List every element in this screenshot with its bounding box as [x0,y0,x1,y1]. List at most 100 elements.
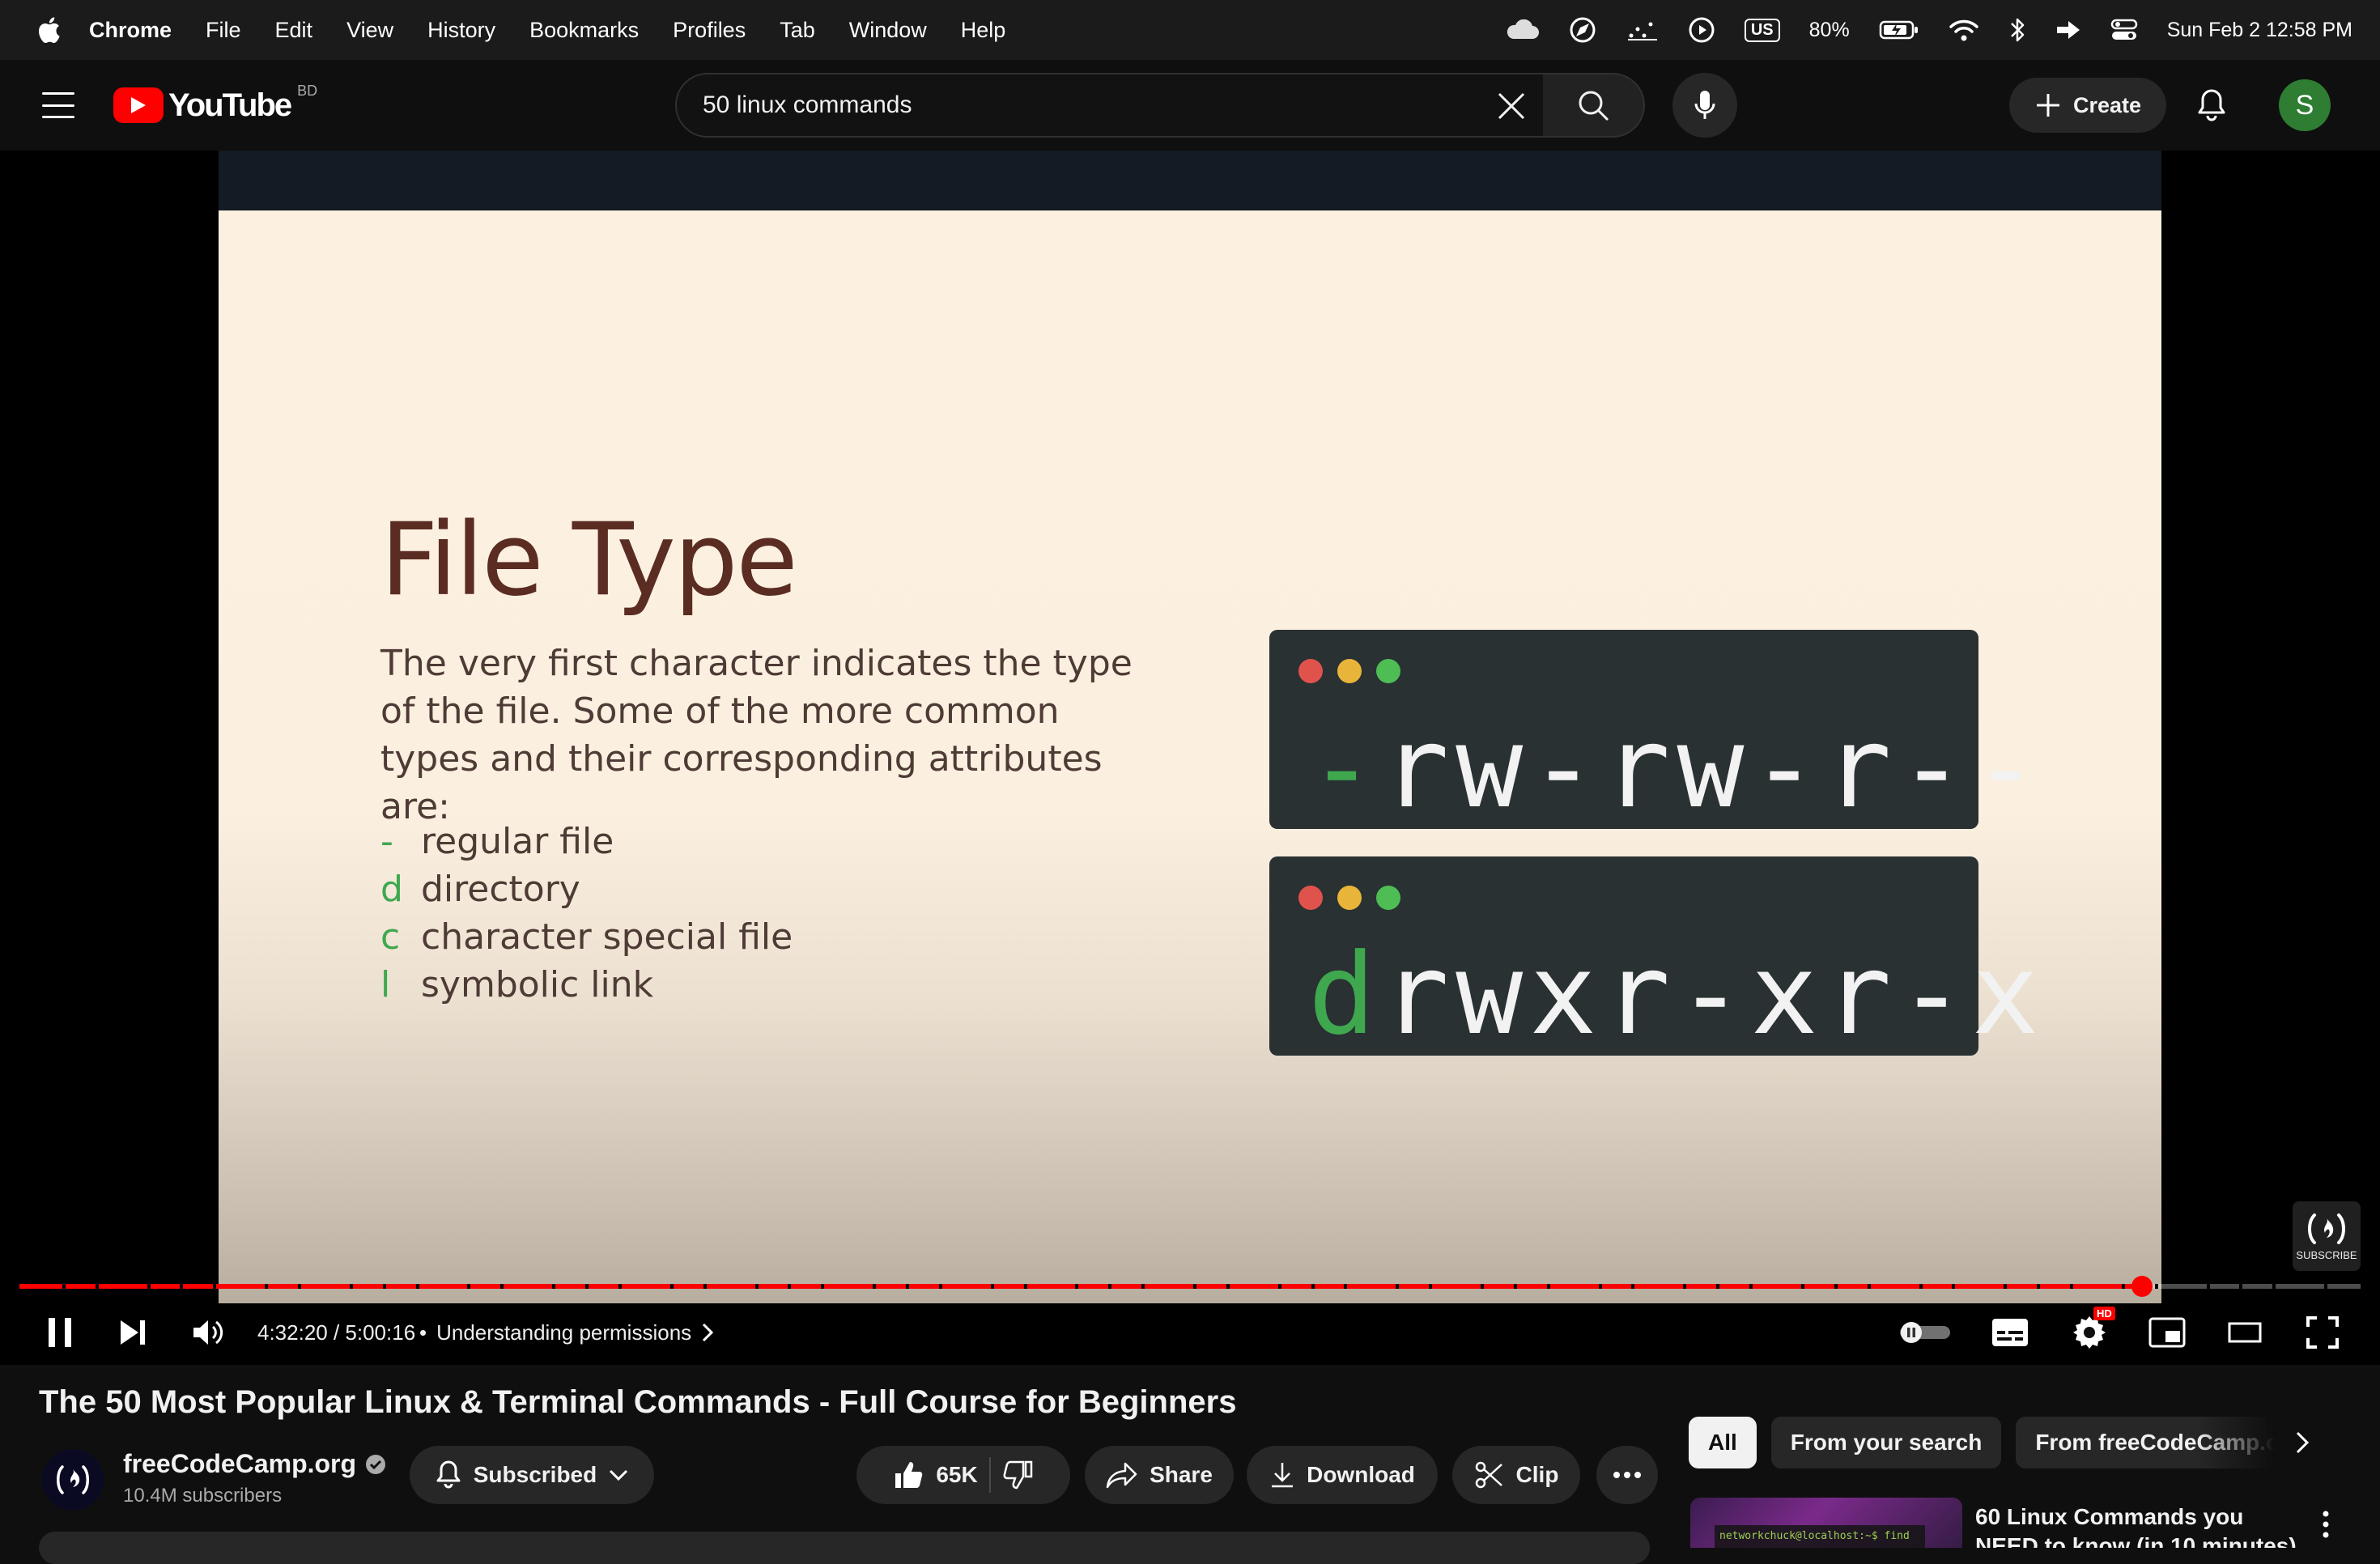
fullscreen-button[interactable] [2296,1300,2349,1365]
recommended-title[interactable]: 60 Linux Commands you NEED to know (in 1… [1975,1502,2299,1548]
chapter-marker [585,1284,589,1289]
miniplayer-button[interactable] [2140,1300,2194,1365]
subscribed-label: Subscribed [473,1462,597,1487]
share-button[interactable]: Share [1085,1446,1234,1504]
menu-file[interactable]: File [206,18,241,43]
clip-button[interactable]: Clip [1452,1446,1580,1504]
mute-button[interactable] [183,1300,235,1365]
battery-icon[interactable] [1879,14,1919,46]
subtitles-button[interactable] [1983,1300,2037,1365]
menu-edit[interactable]: Edit [275,18,313,43]
chapter-marker [467,1284,470,1289]
chapter-marker [500,1284,504,1289]
video-player[interactable]: File Type The very first character indic… [0,151,2380,1365]
chips-next-button[interactable] [2278,1417,2327,1468]
skip-next-icon [121,1320,145,1345]
window-dots [1298,659,1400,683]
dots-activity-icon[interactable] [1626,14,1659,46]
notifications-bell-icon[interactable] [2187,81,2236,130]
menu-view[interactable]: View [346,18,393,43]
chapter-marker [1141,1284,1145,1289]
download-label: Download [1307,1462,1415,1487]
chapter-marker [1344,1284,1347,1289]
more-actions-button[interactable] [1596,1446,1658,1504]
play-circle-icon[interactable] [1688,14,1715,46]
progress-bar[interactable] [19,1276,2361,1297]
channel-name-link[interactable]: freeCodeCamp.org [123,1449,387,1479]
list-item: - regular file [380,821,614,862]
chapter-marker [1547,1284,1550,1289]
account-avatar[interactable]: S [2279,79,2331,131]
menu-history[interactable]: History [427,18,495,43]
chapter-marker [1024,1284,1027,1289]
chapter-marker [618,1284,622,1289]
chapter-marker [1834,1284,1838,1289]
chapter-marker [906,1284,909,1289]
create-button[interactable]: Create [2009,78,2166,133]
chapter-marker [1226,1284,1230,1289]
freecodecamp-logo-icon [2308,1213,2345,1244]
chip-from-channel[interactable]: From freeCodeCamp.org [2016,1417,2276,1468]
menu-window[interactable]: Window [849,18,927,43]
wifi-icon[interactable] [1949,14,1979,46]
like-button[interactable]: 65K [892,1459,978,1491]
chapter-title-button[interactable]: • Understanding permissions [419,1300,714,1365]
channel-watermark-subscribe[interactable]: SUBSCRIBE [2293,1201,2361,1271]
subscribed-button[interactable]: Subscribed [410,1446,654,1504]
miniplayer-icon [2148,1317,2186,1348]
theater-mode-button[interactable] [2218,1300,2272,1365]
channel-avatar[interactable] [42,1449,104,1511]
settings-button[interactable]: HD [2063,1300,2116,1365]
search-button[interactable] [1543,73,1645,138]
chapter-marker [180,1284,183,1289]
progress-scrubber[interactable] [2131,1276,2153,1297]
pause-button[interactable] [36,1300,84,1365]
chevron-right-icon [2296,1431,2310,1454]
chapter-marker [1396,1284,1399,1289]
clear-search-icon[interactable] [1491,86,1532,126]
control-center-icon[interactable] [2110,14,2138,46]
compass-icon[interactable] [1568,14,1597,46]
chapter-marker [350,1284,353,1289]
chip-all[interactable]: All [1689,1417,1757,1468]
thumbnail-terminal-text: networkchuck@localhost:~$ find [1715,1525,1925,1548]
freecodecamp-logo-icon [57,1465,89,1494]
arrow-right-icon[interactable] [2055,14,2081,46]
youtube-logo[interactable]: YouTube BD [113,83,317,126]
thumbs-up-icon [895,1462,923,1488]
chip-from-your-search[interactable]: From your search [1770,1417,2002,1468]
search-input[interactable] [703,91,1431,119]
status-area: US 80% Sun Feb 2 12:58 PM [1505,0,2352,60]
video-frame[interactable]: File Type The very first character indic… [219,151,2161,1303]
input-source-badge[interactable]: US [1744,14,1780,46]
recommended-video[interactable]: networkchuck@localhost:~$ find 60 Linux … [1690,1498,2338,1548]
next-video-button[interactable] [108,1300,157,1365]
guide-menu-icon[interactable] [37,89,79,121]
apple-menu-icon[interactable] [32,14,65,46]
chapter-marker [2207,1284,2210,1289]
menu-help[interactable]: Help [961,18,1006,43]
chapter-marker [265,1284,268,1289]
download-button[interactable]: Download [1247,1446,1438,1504]
recommended-thumbnail[interactable]: networkchuck@localhost:~$ find [1690,1498,1962,1548]
bluetooth-icon[interactable] [2008,14,2026,46]
description-box[interactable] [39,1532,1650,1564]
recommended-more-icon[interactable] [2314,1504,2338,1545]
date-time[interactable]: Sun Feb 2 12:58 PM [2167,14,2352,46]
chapter-marker [1193,1284,1196,1289]
dislike-button[interactable] [1002,1459,1035,1491]
cloud-icon[interactable] [1505,14,1539,46]
chapter-marker [1919,1284,1923,1289]
search-box [675,73,1545,138]
thumbs-down-icon [1003,1460,1032,1490]
bell-icon [436,1460,461,1489]
voice-search-button[interactable] [1672,73,1737,138]
autoplay-toggle[interactable] [1894,1300,1956,1365]
permission-string: -rw-rw-r-- [1308,703,2046,833]
menu-profiles[interactable]: Profiles [673,18,746,43]
chapter-marker [1278,1284,1281,1289]
chapter-marker [298,1284,301,1289]
menu-bookmarks[interactable]: Bookmarks [529,18,639,43]
menu-tab[interactable]: Tab [780,18,815,43]
menu-app-name[interactable]: Chrome [89,18,172,43]
